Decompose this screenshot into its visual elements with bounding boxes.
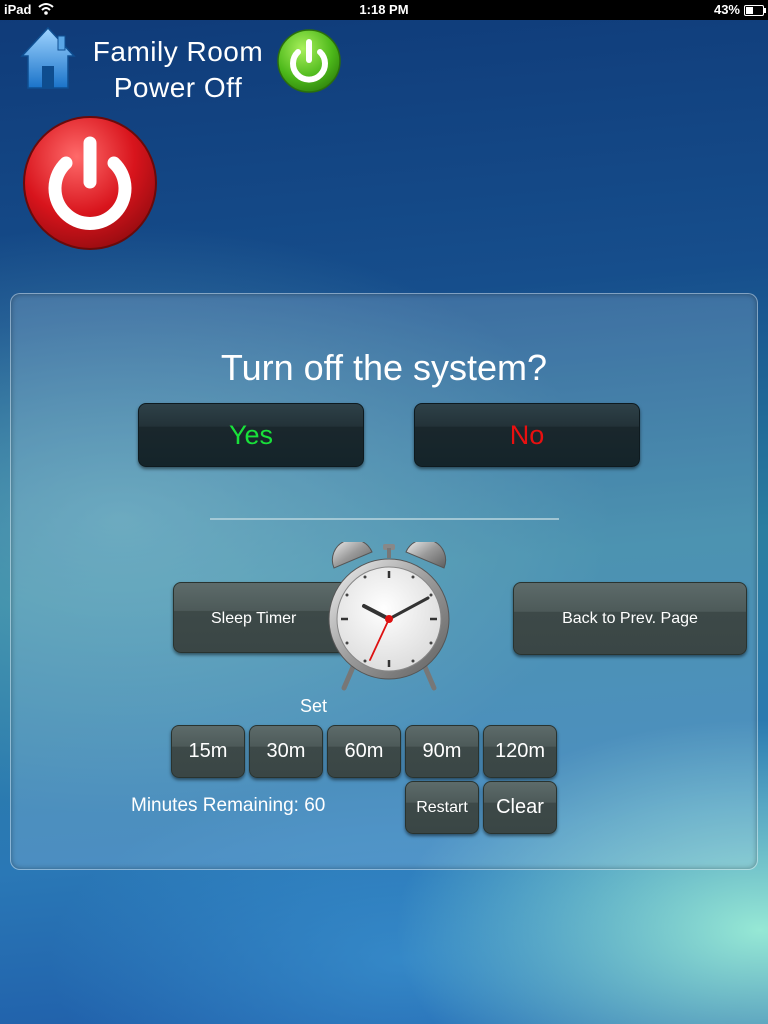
battery-percent: 43% <box>713 2 740 17</box>
room-name: Family Room <box>92 36 264 67</box>
preset-90m-button[interactable]: 90m <box>405 725 479 778</box>
minutes-remaining: Minutes Remaining: 60 <box>131 795 326 816</box>
yes-button[interactable]: Yes <box>138 403 364 467</box>
divider <box>210 518 559 520</box>
restart-button[interactable]: Restart <box>405 781 479 834</box>
set-label: Set <box>300 696 328 716</box>
preset-15m-button[interactable]: 15m <box>171 725 245 778</box>
no-button[interactable]: No <box>414 403 640 467</box>
clock-time: 1:18 PM <box>359 2 409 17</box>
confirm-question: Turn off the system? <box>220 347 548 388</box>
alarm-clock-icon <box>328 542 450 691</box>
page-subtitle: Power Off <box>113 72 243 103</box>
home-icon[interactable] <box>20 26 76 96</box>
status-bar: iPad 1:18 PM 43% <box>0 0 768 20</box>
power-on-icon[interactable] <box>276 28 342 94</box>
battery-icon <box>744 5 766 16</box>
clear-button[interactable]: Clear <box>483 781 557 834</box>
preset-60m-button[interactable]: 60m <box>327 725 401 778</box>
back-button[interactable]: Back to Prev. Page <box>513 582 747 655</box>
preset-120m-button[interactable]: 120m <box>483 725 557 778</box>
preset-30m-button[interactable]: 30m <box>249 725 323 778</box>
page-title: Family Room Power Off <box>80 34 276 106</box>
power-off-icon[interactable] <box>21 114 159 252</box>
